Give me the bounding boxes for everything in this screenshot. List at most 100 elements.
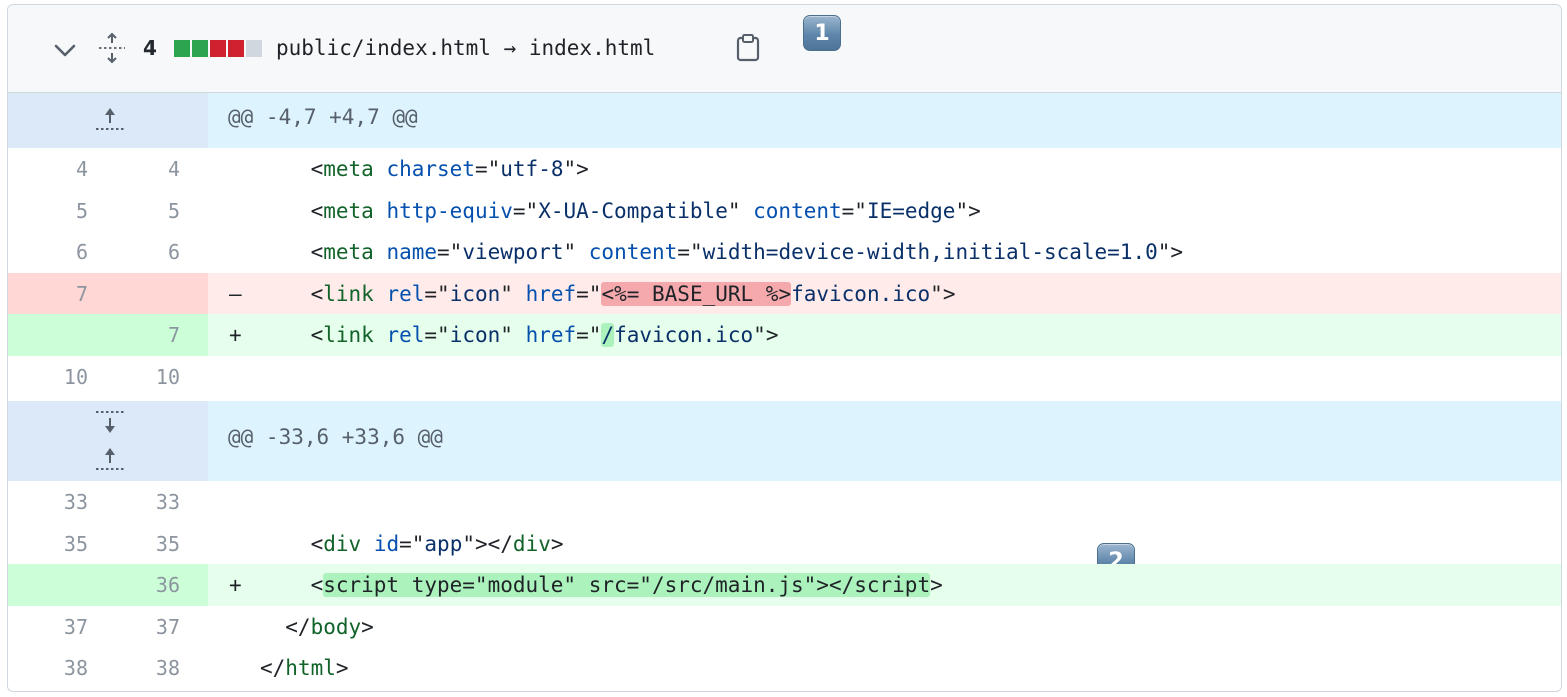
code-token: rel (386, 281, 425, 306)
code-token: " (563, 240, 589, 264)
added-line: 36 + <script type="module" src="/src/main… (8, 564, 1561, 606)
code-token: http-equiv (386, 198, 513, 223)
code-token: icon (449, 323, 501, 347)
line-gutter: 33 33 (8, 481, 208, 523)
highlighted-change: script type="module" src="/src/main.js">… (323, 573, 931, 597)
diff-file: 4 public/index.html → index.html 1 @@ -4… (7, 4, 1562, 692)
code-token: width=device-width,initial-scale=1.0 (702, 240, 1158, 264)
code-token: =" (576, 323, 602, 347)
line-gutter: 7 (8, 314, 208, 356)
code-text: </html> (260, 647, 349, 689)
code-token: " (500, 281, 526, 306)
hunk-header: @@ -4,7 +4,7 @@ (8, 93, 1561, 148)
code-token: > (335, 656, 349, 680)
code-token: charset (386, 157, 475, 181)
old-line-number[interactable]: 35 (48, 523, 88, 565)
code-token: " (727, 198, 754, 223)
code-token: =" (841, 198, 867, 223)
code-text: </body> (260, 606, 374, 648)
hunk-code: @@ -33,6 +33,6 @@ (208, 401, 1561, 481)
old-line-number[interactable]: 10 (48, 356, 88, 398)
code-token: utf-8 (500, 157, 564, 181)
code-token: href (525, 281, 577, 306)
hunk-code: @@ -4,7 +4,7 @@ (208, 93, 1561, 148)
line-gutter: 66 (8, 231, 208, 273)
new-line-number[interactable]: 38 (140, 647, 180, 689)
old-line-number[interactable]: 37 (48, 606, 88, 648)
new-line-number[interactable]: 33 (140, 481, 180, 523)
expand-up-icon[interactable] (92, 105, 128, 135)
line-code (208, 481, 1561, 523)
new-line-number[interactable]: 35 (140, 523, 180, 565)
new-line-number[interactable]: 4 (140, 148, 180, 190)
code-token: "> (1157, 240, 1184, 264)
highlighted-change: <%= BASE_URL %> (601, 281, 792, 306)
code-token: < (260, 157, 324, 181)
old-line-number[interactable]: 33 (48, 481, 88, 523)
new-line-number[interactable]: 37 (140, 606, 180, 648)
code-token: > (550, 531, 564, 556)
annotation-badge-1: 1 (803, 15, 841, 51)
unfold-icon[interactable] (98, 32, 126, 64)
code-token: rel (386, 323, 425, 347)
code-token: div (512, 531, 551, 556)
code-token: body (310, 614, 362, 639)
old-line-number[interactable]: 5 (48, 190, 88, 232)
new-line-number[interactable]: 6 (140, 231, 180, 273)
old-line-number[interactable]: 38 (48, 647, 88, 689)
code-token: =" (437, 240, 463, 264)
old-line-number[interactable]: 6 (48, 231, 88, 273)
context-line: 37 37 </body> (8, 606, 1561, 648)
code-token: "></ (462, 531, 513, 556)
code-token: "> (955, 198, 981, 223)
hunk-range: @@ -4,7 +4,7 @@ (228, 105, 418, 129)
expand-up-icon[interactable] (92, 445, 128, 475)
code-token: =" (512, 198, 539, 223)
code-token: content (588, 240, 678, 264)
hunk-header: @@ -33,6 +33,6 @@ (8, 401, 1561, 481)
code-token: name (386, 240, 438, 264)
line-code: – <link rel="icon" href="<%= BASE_URL %>… (208, 272, 1561, 314)
expand-down-icon[interactable] (92, 407, 128, 437)
deleted-line: 7– <link rel="icon" href="<%= BASE_URL %… (8, 272, 1561, 315)
code-token: "> (563, 157, 589, 181)
new-line-number[interactable]: 5 (140, 190, 180, 232)
hunk-gutter (8, 93, 208, 148)
changed-lines-count: 4 (143, 36, 157, 60)
code-token: meta (323, 157, 374, 181)
line-gutter: 35 35 (8, 523, 208, 565)
code-token: meta (323, 240, 374, 264)
code-token: favicon.ico (791, 281, 931, 306)
code-token: " (500, 323, 526, 347)
code-token: </ (260, 614, 311, 639)
clipboard-icon[interactable] (734, 33, 762, 63)
line-gutter: 38 38 (8, 647, 208, 689)
new-line-number[interactable]: 36 (140, 564, 180, 606)
diffstat-block (228, 40, 244, 57)
context-line: 33 33 (8, 481, 1561, 523)
code-token: X-UA-Compatible (538, 198, 728, 223)
old-line-number[interactable]: 7 (48, 273, 88, 315)
file-header: 4 public/index.html → index.html 1 (8, 5, 1561, 93)
new-line-number[interactable]: 10 (140, 356, 180, 398)
diffstat-bar (174, 40, 262, 57)
hunk-range: @@ -33,6 +33,6 @@ (228, 425, 443, 449)
highlighted-change: / (601, 323, 615, 347)
context-line: 38 38 </html> (8, 647, 1561, 689)
addition-marker: + (229, 573, 242, 597)
code-token: < (260, 531, 324, 556)
line-code (208, 356, 1561, 398)
chevron-down-icon[interactable] (52, 39, 78, 61)
diffstat-block (174, 40, 190, 57)
code-token: =" (576, 281, 602, 306)
addition-marker: + (229, 323, 242, 347)
code-text: <div id="app"></div> (260, 523, 564, 565)
line-code: <meta charset="utf-8"> (208, 148, 1561, 190)
old-line-number[interactable]: 4 (48, 148, 88, 190)
new-line-number[interactable]: 7 (140, 314, 180, 356)
code-token: icon (449, 281, 501, 306)
file-path[interactable]: public/index.html → index.html (276, 33, 655, 63)
